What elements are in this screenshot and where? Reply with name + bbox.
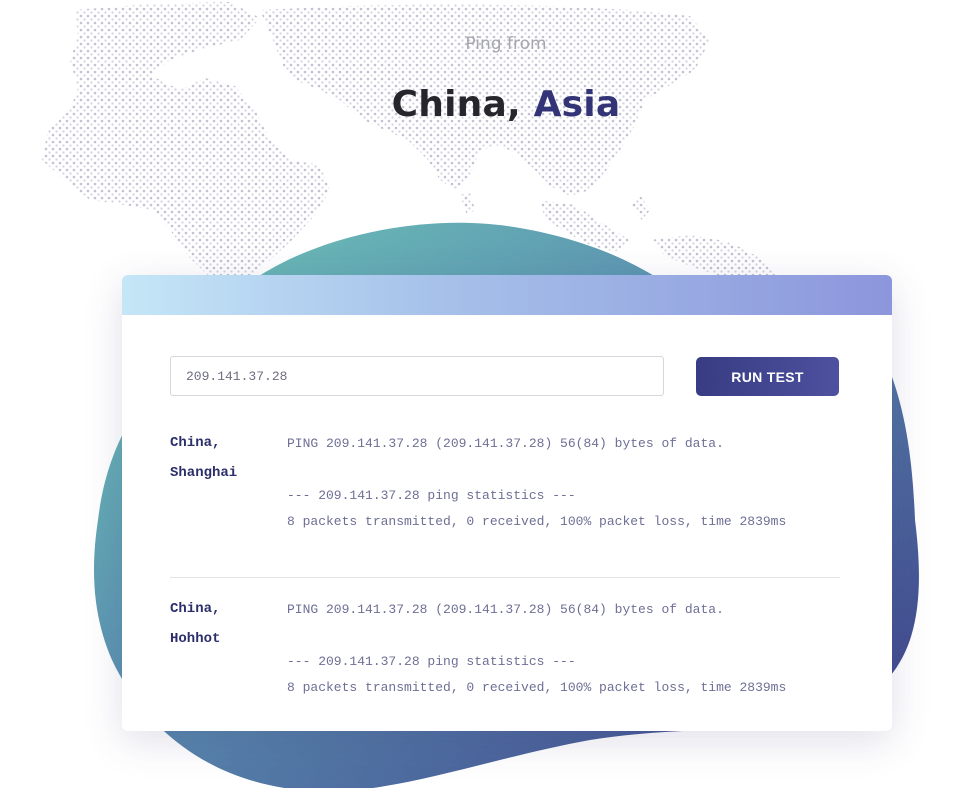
ping-stats-summary-line: 8 packets transmitted, 0 received, 100% …	[287, 514, 787, 529]
result-city: Shanghai	[170, 465, 238, 481]
ping-header-line: PING 209.141.37.28 (209.141.37.28) 56(84…	[287, 602, 724, 617]
run-test-button[interactable]: RUN TEST	[696, 357, 839, 396]
result-country: China,	[170, 601, 221, 617]
ping-stats-header-line: --- 209.141.37.28 ping statistics ---	[287, 654, 576, 669]
result-output: PING 209.141.37.28 (209.141.37.28) 56(84…	[287, 594, 847, 695]
ping-header-line: PING 209.141.37.28 (209.141.37.28) 56(84…	[287, 436, 724, 451]
ping-card: RUN TEST China, Shanghai PING 209.141.37…	[122, 275, 892, 731]
ip-address-input[interactable]	[170, 356, 664, 396]
card-header-bar	[122, 275, 892, 315]
result-divider	[170, 577, 840, 578]
result-output: PING 209.141.37.28 (209.141.37.28) 56(84…	[287, 428, 847, 529]
result-city: Hohhot	[170, 631, 221, 647]
result-country: China,	[170, 435, 221, 451]
ping-stats-summary-line: 8 packets transmitted, 0 received, 100% …	[287, 680, 787, 695]
result-location: China, Shanghai	[170, 428, 280, 488]
result-location: China, Hohhot	[170, 594, 280, 654]
ping-stats-header-line: --- 209.141.37.28 ping statistics ---	[287, 488, 576, 503]
